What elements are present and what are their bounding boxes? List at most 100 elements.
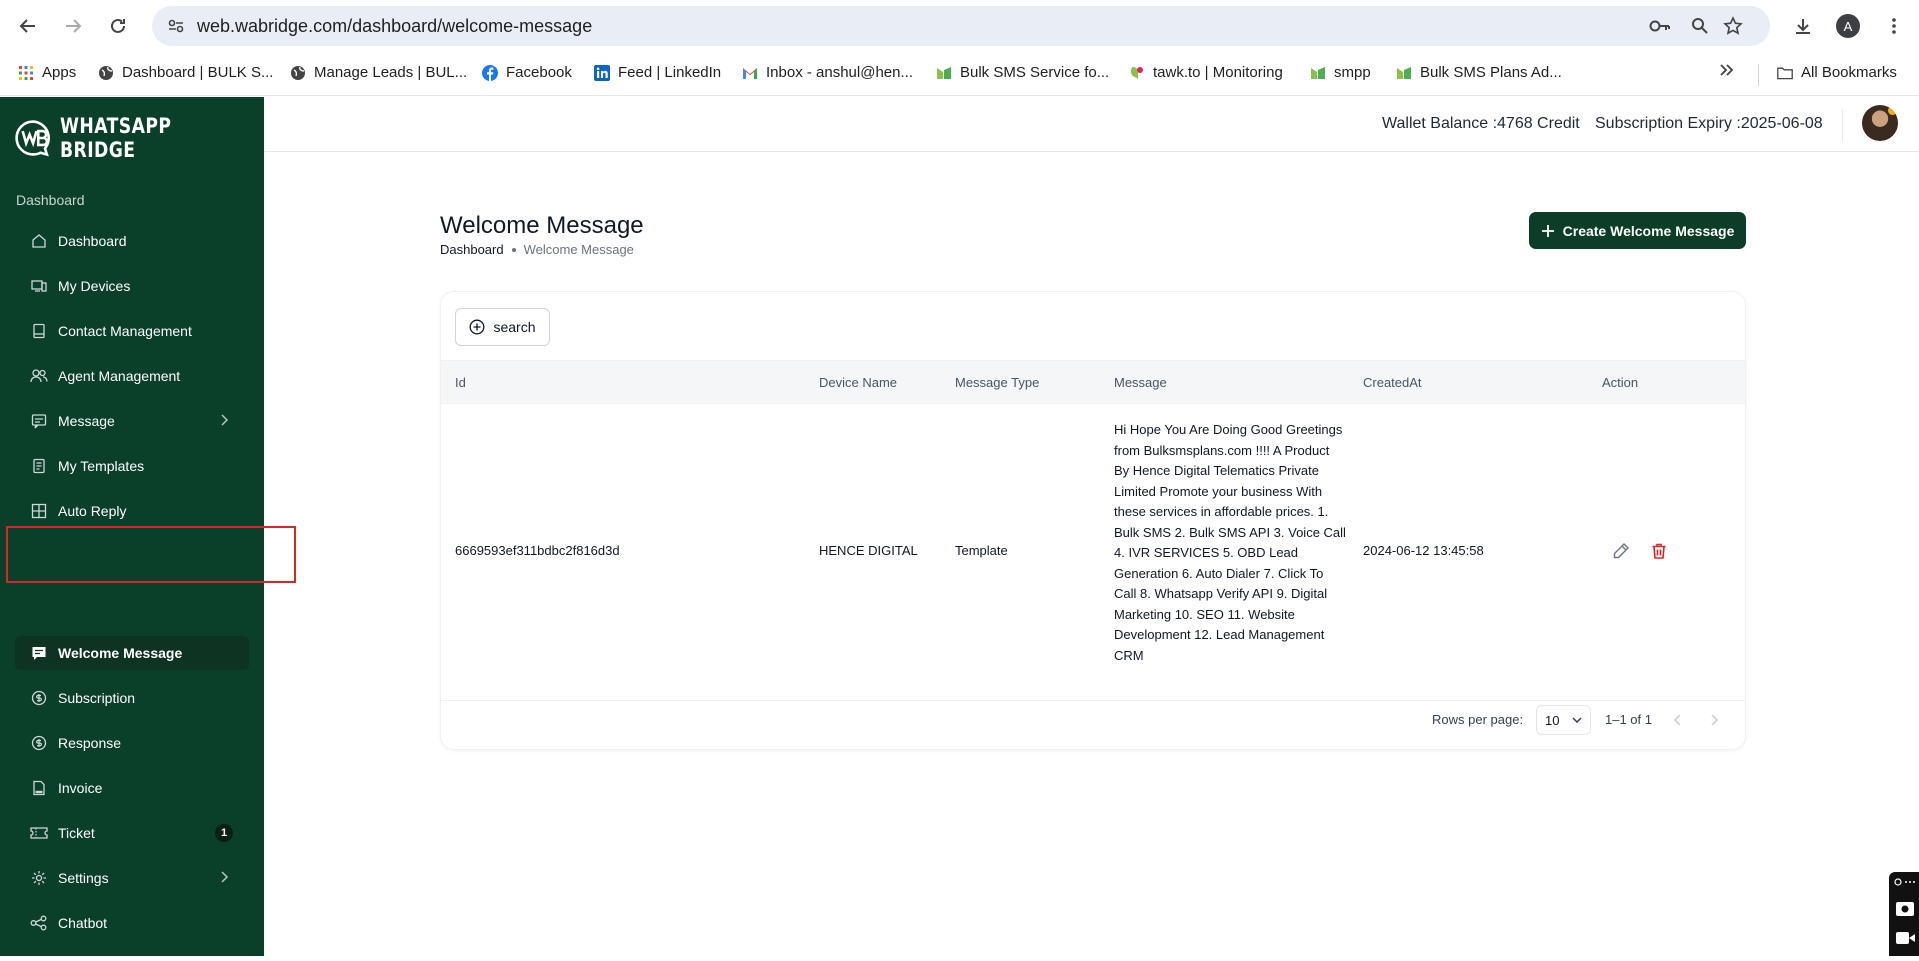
- sidebar-item-auto-reply[interactable]: Auto Reply: [15, 494, 249, 528]
- sidebar-item-chatbot[interactable]: Chatbot: [15, 906, 249, 940]
- devices-icon: [30, 277, 48, 295]
- bookmark-facebook[interactable]: Facebook: [482, 64, 572, 81]
- linkedin-icon: [594, 64, 610, 81]
- sidebar: WHATSAPP BRIDGE Dashboard Dashboard My D…: [0, 97, 264, 956]
- sidebar-item-ticket[interactable]: Ticket 1: [15, 816, 249, 850]
- template-icon: [30, 457, 48, 475]
- reload-icon[interactable]: [104, 12, 132, 40]
- sidebar-item-settings[interactable]: Settings: [15, 861, 249, 895]
- next-page-icon[interactable]: [1705, 710, 1725, 730]
- chevron-right-icon: [221, 870, 229, 886]
- welcome-message-table-card: search Id Device Name Message Type Messa…: [440, 291, 1746, 750]
- column-action: Action: [1602, 375, 1639, 390]
- password-key-icon[interactable]: [1648, 14, 1672, 38]
- breadcrumb-dashboard[interactable]: Dashboard: [440, 242, 504, 257]
- bookmark-star-icon[interactable]: [1721, 14, 1745, 38]
- zoom-icon[interactable]: [1688, 14, 1712, 38]
- delete-icon[interactable]: [1648, 540, 1670, 562]
- dollar-icon: [30, 734, 48, 752]
- kebab-menu-icon[interactable]: [1880, 12, 1908, 40]
- agents-icon: [30, 367, 48, 385]
- sidebar-item-contact-management[interactable]: Contact Management: [15, 314, 249, 348]
- facebook-icon: [482, 64, 498, 81]
- breadcrumb-current: Welcome Message: [523, 242, 634, 257]
- subscription-expiry: Subscription Expiry :2025-06-08: [1595, 115, 1823, 132]
- sidebar-item-invoice[interactable]: Invoice: [15, 771, 249, 805]
- gmail-icon: [742, 65, 758, 81]
- url-text[interactable]: web.wabridge.com/dashboard/welcome-messa…: [197, 16, 592, 37]
- previous-page-icon[interactable]: [1667, 710, 1687, 730]
- more-bookmarks-icon[interactable]: [1720, 64, 1734, 76]
- bookmark-manage-leads[interactable]: Manage Leads | BUL...: [290, 64, 467, 81]
- top-header: Wallet Balance :4768 Credit Subscription…: [264, 97, 1919, 152]
- column-id[interactable]: Id: [455, 375, 466, 390]
- bookmark-gmail[interactable]: Inbox - anshul@hen...: [742, 64, 913, 81]
- bookmark-bulk-sms-plans[interactable]: Bulk SMS Plans Ad...: [1396, 64, 1562, 81]
- rows-per-page-select[interactable]: 10: [1536, 705, 1591, 735]
- whatsapp-bridge-logo-icon: [15, 120, 50, 157]
- profile-avatar[interactable]: A: [1836, 14, 1860, 38]
- browser-toolbar: web.wabridge.com/dashboard/welcome-messa…: [0, 0, 1919, 52]
- crown-badge-icon: [1888, 106, 1897, 115]
- bulksms-icon: [936, 65, 952, 81]
- search-button[interactable]: search: [455, 308, 550, 346]
- sidebar-item-welcome-message[interactable]: Welcome Message: [15, 636, 249, 670]
- bookmarks-bar: Apps Dashboard | BULK S... Manage Leads …: [0, 52, 1919, 96]
- sidebar-item-message[interactable]: Message: [15, 404, 249, 438]
- column-message-type[interactable]: Message Type: [955, 375, 1039, 390]
- bulksms-icon: [1310, 65, 1326, 81]
- address-bar[interactable]: web.wabridge.com/dashboard/welcome-messa…: [152, 6, 1770, 46]
- folder-icon: [1777, 65, 1793, 81]
- pdf-icon: [30, 779, 48, 797]
- create-welcome-message-button[interactable]: Create Welcome Message: [1529, 212, 1746, 249]
- column-device-name[interactable]: Device Name: [819, 375, 897, 390]
- all-bookmarks[interactable]: All Bookmarks: [1777, 64, 1897, 81]
- sidebar-item-agent-management[interactable]: Agent Management: [15, 359, 249, 393]
- header-divider: [1842, 109, 1843, 141]
- cell-created-at: 2024-06-12 13:45:58: [1363, 543, 1484, 558]
- contact-book-icon: [30, 322, 48, 340]
- breadcrumb-separator: [511, 247, 516, 252]
- home-icon: [30, 232, 48, 250]
- ticket-count-badge: 1: [215, 824, 233, 842]
- bookmark-linkedin[interactable]: Feed | LinkedIn: [594, 64, 721, 81]
- dollar-icon: [30, 689, 48, 707]
- bookmark-tawk[interactable]: tawk.to | Monitoring: [1129, 64, 1283, 81]
- edit-icon[interactable]: [1610, 540, 1632, 562]
- globe-icon: [290, 65, 306, 81]
- globe-icon: [98, 65, 114, 81]
- bookmark-bulk-sms-service[interactable]: Bulk SMS Service fo...: [936, 64, 1109, 81]
- column-created-at[interactable]: CreatedAt: [1363, 375, 1422, 390]
- plus-icon: [1541, 224, 1554, 237]
- chevron-right-icon: [221, 413, 229, 429]
- user-avatar[interactable]: [1862, 105, 1898, 141]
- site-settings-icon[interactable]: [164, 14, 188, 38]
- cell-device-name: HENCE DIGITAL: [819, 543, 918, 558]
- pagination-range: 1–1 of 1: [1605, 712, 1652, 727]
- wallet-balance: Wallet Balance :4768 Credit: [1382, 115, 1580, 132]
- bookmark-apps[interactable]: Apps: [18, 64, 76, 81]
- sidebar-item-subscription[interactable]: Subscription: [15, 681, 249, 715]
- breadcrumb: Dashboard Welcome Message: [440, 242, 634, 257]
- apps-grid-icon: [18, 65, 34, 81]
- sidebar-item-dashboard[interactable]: Dashboard: [15, 224, 249, 258]
- bookmark-smpp[interactable]: smpp: [1310, 64, 1371, 81]
- logo[interactable]: WHATSAPP BRIDGE: [14, 114, 264, 162]
- chevron-down-icon: [1572, 717, 1582, 723]
- download-icon[interactable]: [1789, 12, 1817, 40]
- sidebar-item-my-devices[interactable]: My Devices: [15, 269, 249, 303]
- back-icon[interactable]: [14, 12, 42, 40]
- screen-recorder-widget[interactable]: [1889, 872, 1919, 956]
- sidebar-item-my-templates[interactable]: My Templates: [15, 449, 249, 483]
- column-message[interactable]: Message: [1114, 375, 1167, 390]
- chatbot-icon: [30, 914, 48, 932]
- ticket-icon: [30, 824, 48, 842]
- sidebar-item-response[interactable]: Response: [15, 726, 249, 760]
- grid-icon: [30, 502, 48, 520]
- bookmark-dashboard-bulk[interactable]: Dashboard | BULK S...: [98, 64, 273, 81]
- bulksms-icon: [1396, 65, 1412, 81]
- table-header: Id Device Name Message Type Message Crea…: [441, 360, 1745, 404]
- forward-icon[interactable]: [59, 12, 87, 40]
- table-row: 6669593ef311bdbc2f816d3d HENCE DIGITAL T…: [441, 404, 1745, 701]
- logo-text: WHATSAPP BRIDGE: [59, 114, 172, 162]
